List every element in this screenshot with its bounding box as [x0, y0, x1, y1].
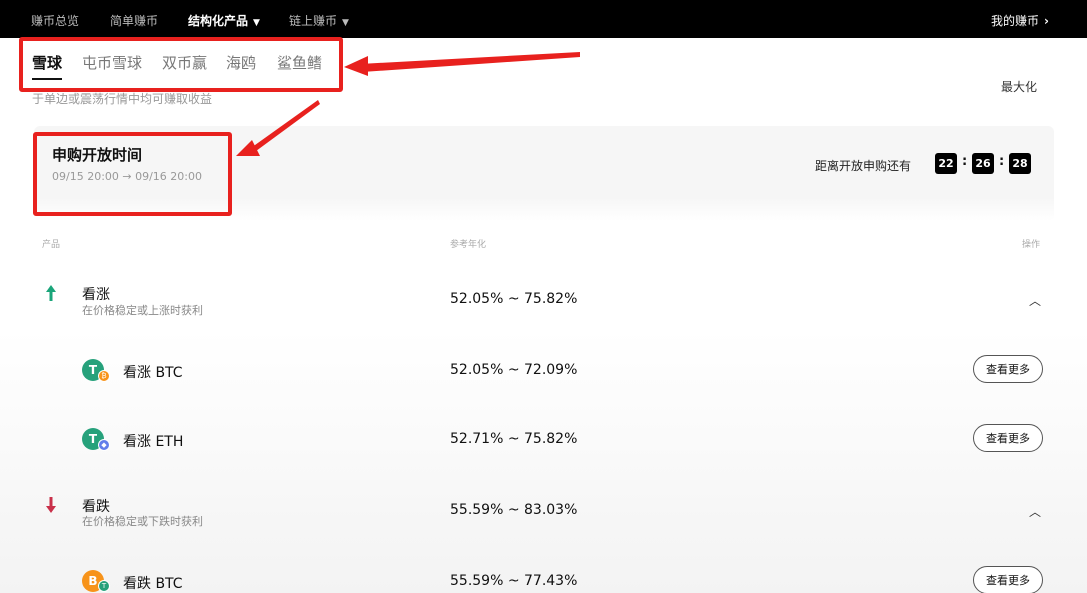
annotation-arrows [236, 52, 580, 156]
